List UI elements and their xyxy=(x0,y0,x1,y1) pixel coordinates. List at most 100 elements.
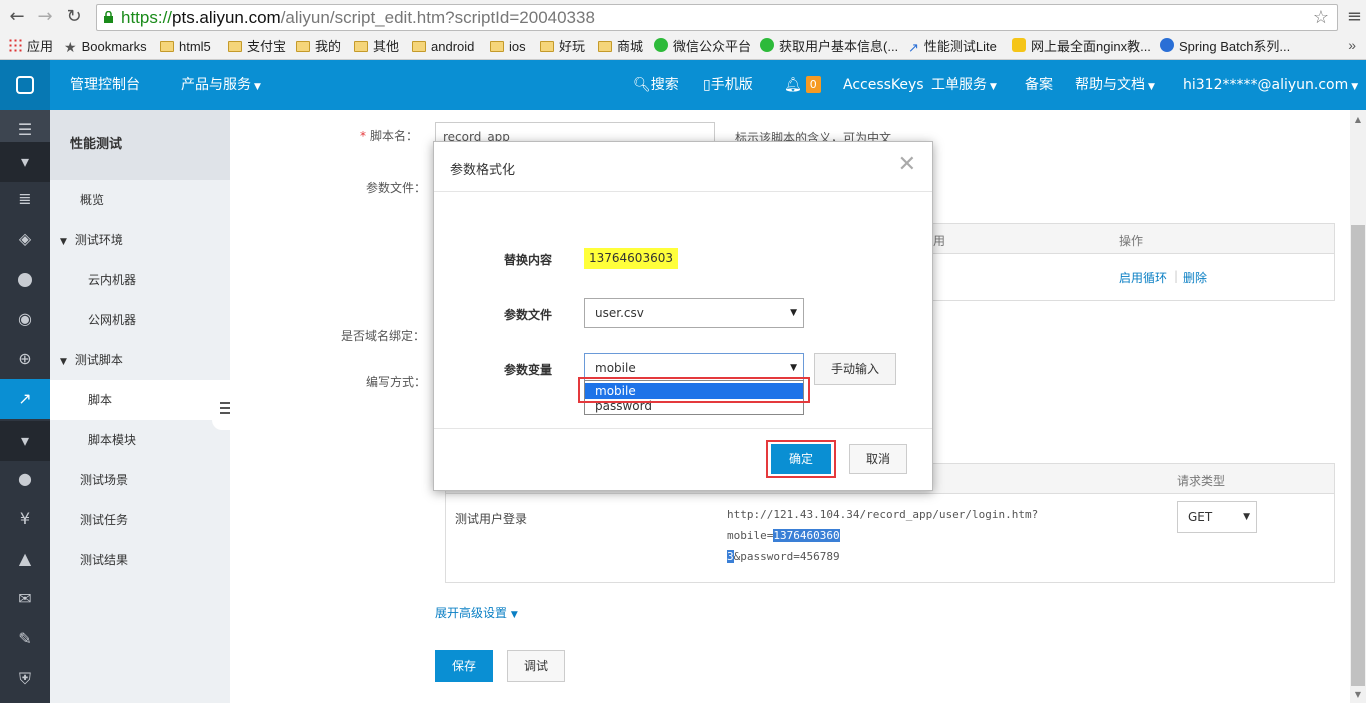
user-icon[interactable]: ● xyxy=(0,459,50,499)
enable-loop-link[interactable]: 启用循环 xyxy=(1119,269,1167,286)
debug-button[interactable]: 调试 xyxy=(507,650,565,682)
folder-icon xyxy=(228,41,242,52)
param-format-dialog: 参数格式化 ✕ 替换内容 13764603603 参数文件 user.csv ▼ … xyxy=(433,141,933,491)
aliyun-logo[interactable] xyxy=(0,60,50,110)
bookmark-nginx[interactable]: 网上最全面nginx教... xyxy=(1012,38,1151,56)
wechat-icon xyxy=(654,38,668,52)
sidebar-item-test-scripts[interactable]: ▼ 测试脚本 xyxy=(50,340,230,380)
expand-advanced-link[interactable]: 展开高级设置 ▼ xyxy=(435,604,518,621)
caret-down-icon: ▼ xyxy=(790,308,797,318)
forward-arrow-icon[interactable]: → xyxy=(34,6,56,28)
scroll-up-icon[interactable]: ▲ xyxy=(1350,112,1366,128)
collapse-group-icon[interactable]: ▾ xyxy=(0,421,50,461)
accesskeys-link[interactable]: AccessKeys xyxy=(843,60,924,110)
reload-icon[interactable]: ↻ xyxy=(63,6,85,28)
delete-link[interactable]: 删除 xyxy=(1183,269,1207,286)
bookmark-ios[interactable]: ios xyxy=(490,38,526,56)
help-menu[interactable]: 帮助与文档 ▼ xyxy=(1075,60,1155,110)
folder-icon xyxy=(490,41,504,52)
bookmark-alipay[interactable]: 支付宝 xyxy=(228,38,286,56)
sidebar: 性能测试 概览 ▼ 测试环境 云内机器 公网机器 ▼ 测试脚本 脚本 脚本模块 测试… xyxy=(50,110,230,703)
param-file-label: 参数文件 xyxy=(504,308,553,322)
save-button[interactable]: 保存 xyxy=(435,650,493,682)
bookmark-wechat-platform[interactable]: 微信公众平台 xyxy=(654,38,751,56)
sidebar-item-overview[interactable]: 概览 xyxy=(50,180,230,220)
caret-down-icon: ▼ xyxy=(990,82,997,92)
sidebar-item-test-env[interactable]: ▼ 测试环境 xyxy=(50,220,230,260)
sidebar-item-cloud-machines[interactable]: 云内机器 xyxy=(50,260,230,300)
bookmark-other[interactable]: 其他 xyxy=(354,38,399,56)
notifications[interactable]: 🔔︎ 0 xyxy=(784,60,821,110)
folder-icon xyxy=(598,41,612,52)
dns-icon[interactable] xyxy=(0,259,50,299)
url-path: /aliyun/script_edit.htm?scriptId=2004033… xyxy=(280,8,595,27)
products-menu[interactable]: 产品与服务 ▼ xyxy=(181,60,261,110)
tickets-menu[interactable]: 工单服务 ▼ xyxy=(931,60,997,110)
console-link[interactable]: 管理控制台 xyxy=(70,60,140,110)
url-scheme: https:// xyxy=(121,8,173,27)
bottle-icon[interactable]: ▲ xyxy=(0,539,50,579)
triangle-down-icon: ▼ xyxy=(60,357,67,367)
bookmark-fun[interactable]: 好玩 xyxy=(540,38,585,56)
globe-icon[interactable]: ⊕ xyxy=(0,339,50,379)
mail-icon[interactable]: ✉ xyxy=(0,579,50,619)
bookmark-mall[interactable]: 商城 xyxy=(598,38,643,56)
performance-test-icon[interactable]: ↗ xyxy=(0,379,50,419)
more-bookmarks-icon[interactable]: » xyxy=(1348,37,1356,53)
bookmark-android[interactable]: android xyxy=(412,38,474,56)
confirm-button[interactable]: 确定 xyxy=(771,444,831,474)
caret-down-icon: ▼ xyxy=(254,82,261,92)
request-url[interactable]: http://121.43.104.34/record_app/user/log… xyxy=(727,504,1167,567)
logo-icon xyxy=(16,76,34,94)
script-name-label: * 脚本名： xyxy=(360,129,419,143)
param-variable-label: 参数变量 xyxy=(504,363,553,377)
sidebar-collapse-handle[interactable] xyxy=(212,386,230,430)
sidebar-item-test-scenarios[interactable]: 测试场景 xyxy=(50,460,230,500)
bookmark-star-icon[interactable]: ☆ xyxy=(1313,5,1329,30)
highlight-box xyxy=(578,377,810,403)
security-icon[interactable]: ⛨ xyxy=(0,659,50,699)
bookmark-html5[interactable]: html5 xyxy=(160,38,211,56)
folder-icon xyxy=(354,41,368,52)
cancel-button[interactable]: 取消 xyxy=(849,444,907,474)
user-menu[interactable]: hi312*****@aliyun.com ▼ xyxy=(1183,60,1358,110)
close-icon[interactable]: ✕ xyxy=(898,154,916,176)
top-navigation: 管理控制台 产品与服务 ▼ 🔍︎搜索 ▯手机版 🔔︎ 0 AccessKeys 工单… xyxy=(0,60,1366,110)
collapse-group-icon[interactable]: ▾ xyxy=(0,142,50,182)
bookmark-wechat-userinfo[interactable]: 获取用户基本信息(... xyxy=(760,38,898,56)
sidebar-title: 性能测试 xyxy=(50,110,230,180)
spring-icon xyxy=(1160,38,1174,52)
monitor-icon[interactable]: ◉ xyxy=(0,299,50,339)
bookmark-mine[interactable]: 我的 xyxy=(296,38,341,56)
mobile-link[interactable]: ▯手机版 xyxy=(703,60,753,110)
search-icon: 🔍︎ xyxy=(633,77,651,93)
bookmark-apps[interactable]: 应用 xyxy=(8,38,53,56)
shield-icon[interactable]: ◈ xyxy=(0,219,50,259)
dialog-title: 参数格式化 xyxy=(450,163,516,178)
param-file-select[interactable]: user.csv ▼ xyxy=(584,298,804,328)
back-arrow-icon[interactable]: ← xyxy=(6,6,28,28)
bookmark-perf-lite[interactable]: ↗ 性能测试Lite xyxy=(908,38,997,56)
request-name: 测试用户登录 xyxy=(455,512,528,526)
browser-menu-icon[interactable]: ≡ xyxy=(1347,6,1362,27)
col-request-type-header: 请求类型 xyxy=(1177,474,1226,488)
scroll-down-icon[interactable]: ▼ xyxy=(1350,687,1366,703)
request-method-select[interactable]: GET ▼ xyxy=(1177,501,1257,533)
sidebar-item-scripts[interactable]: 脚本 xyxy=(50,380,230,420)
address-bar[interactable]: https://pts.aliyun.com/aliyun/script_edi… xyxy=(96,4,1338,31)
bookmark-bookmarks[interactable]: ★ Bookmarks xyxy=(64,38,147,56)
manual-input-button[interactable]: 手动输入 xyxy=(814,353,896,385)
server-icon[interactable]: ≣ xyxy=(0,179,50,219)
caret-down-icon: ▼ xyxy=(1351,82,1359,92)
edit-icon[interactable]: ✎ xyxy=(0,619,50,659)
scrollbar-thumb[interactable] xyxy=(1351,225,1365,686)
search-link[interactable]: 🔍︎搜索 xyxy=(633,60,679,110)
sidebar-item-public-machines[interactable]: 公网机器 xyxy=(50,300,230,340)
sidebar-item-test-tasks[interactable]: 测试任务 xyxy=(50,500,230,540)
sidebar-item-test-results[interactable]: 测试结果 xyxy=(50,540,230,580)
bookmark-spring[interactable]: Spring Batch系列... xyxy=(1160,38,1290,56)
record-link[interactable]: 备案 xyxy=(1025,60,1053,110)
billing-icon[interactable]: ¥ xyxy=(0,499,50,539)
product-icon-bar: ☰ ▾ ≣ ◈ ◉ ⊕ ↗ ▾ ● ¥ ▲ ✉ ✎ ⛨ xyxy=(0,110,50,703)
sidebar-item-script-modules[interactable]: 脚本模块 xyxy=(50,420,230,460)
